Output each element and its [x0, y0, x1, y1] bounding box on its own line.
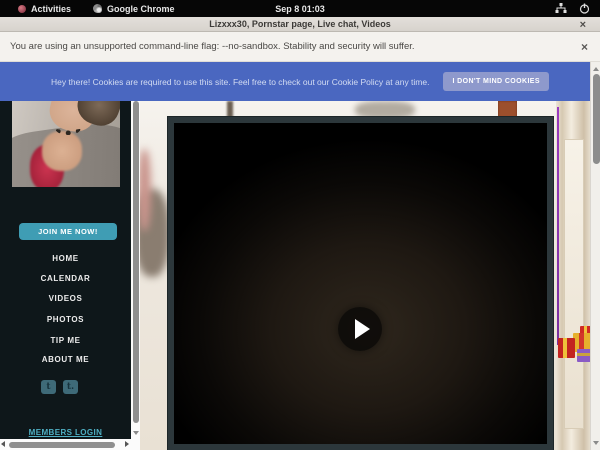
clock[interactable]: Sep 8 01:03: [0, 4, 600, 14]
network-icon: [555, 3, 567, 14]
sidebar-vertical-scrollbar-thumb[interactable]: [133, 101, 139, 423]
scroll-up-icon[interactable]: [593, 67, 599, 71]
play-icon: [355, 319, 370, 339]
chrome-infobar: You are using an unsupported command-lin…: [0, 32, 600, 62]
cushion-decor: [140, 149, 151, 231]
profile-photo: [12, 101, 120, 187]
video-frame: [174, 123, 547, 444]
page-scrollbar-thumb[interactable]: [593, 74, 600, 164]
sidebar-item-photos[interactable]: PHOTOS: [0, 315, 131, 324]
sidebar: JOIN ME NOW! HOME CALENDAR VIDEOS PHOTOS…: [0, 101, 131, 450]
cookie-consent-bar: Hey there! Cookies are required to use t…: [0, 62, 600, 101]
sidebar-item-tip-me[interactable]: TIP ME: [0, 336, 131, 345]
mirror-decor: [564, 139, 584, 429]
social-links: t t.: [41, 380, 78, 394]
join-me-now-button[interactable]: JOIN ME NOW!: [19, 223, 117, 240]
bedpost-decor: [227, 101, 233, 118]
sidebar-horizontal-scrollbar[interactable]: [0, 439, 131, 450]
twitter-icon[interactable]: t: [41, 380, 56, 394]
sidebar-vertical-scrollbar[interactable]: [131, 101, 140, 450]
sidebar-item-videos[interactable]: VIDEOS: [0, 294, 131, 303]
curtain-decor: [140, 299, 170, 450]
tumblr-icon[interactable]: t.: [63, 380, 78, 394]
window-title: Lizxxx30, Pornstar page, Live chat, Vide…: [209, 19, 390, 29]
video-player[interactable]: [168, 117, 553, 450]
scroll-right-icon[interactable]: [125, 441, 129, 447]
scroll-left-icon[interactable]: [1, 441, 5, 447]
scroll-down-icon[interactable]: [133, 431, 139, 435]
cookie-message: Hey there! Cookies are required to use t…: [51, 77, 429, 87]
scroll-down-icon[interactable]: [593, 441, 599, 445]
play-button[interactable]: [338, 307, 382, 351]
photo-skin-shape: [42, 131, 82, 171]
door-frame-top-decor: [498, 101, 517, 118]
gift-string-decor: [557, 107, 559, 345]
gift-icon: [577, 349, 590, 362]
window-titlebar[interactable]: Lizxxx30, Pornstar page, Live chat, Vide…: [0, 17, 600, 32]
sidebar-item-about-me[interactable]: ABOUT ME: [0, 355, 131, 364]
system-tray[interactable]: [555, 3, 590, 14]
system-top-bar: Activities Google Chrome Sep 8 01:03: [0, 0, 600, 17]
infobar-message: You are using an unsupported command-lin…: [10, 41, 415, 52]
sidebar-item-home[interactable]: HOME: [0, 254, 131, 263]
cookie-accept-button[interactable]: I DON'T MIND COOKIES: [443, 72, 548, 91]
sidebar-horizontal-scrollbar-thumb[interactable]: [9, 442, 115, 448]
photo-necklace-shape: [55, 121, 81, 135]
page-scrollbar[interactable]: [590, 62, 600, 450]
infobar-close-icon[interactable]: ×: [581, 41, 588, 53]
power-icon: [579, 3, 590, 14]
gift-icon: [558, 338, 575, 358]
members-login-link[interactable]: MEMBERS LOGIN: [0, 428, 131, 437]
screen: Activities Google Chrome Sep 8 01:03 Liz…: [0, 0, 600, 450]
sidebar-item-calendar[interactable]: CALENDAR: [0, 274, 131, 283]
window-close-icon[interactable]: ×: [580, 20, 586, 31]
page-content: JOIN ME NOW! HOME CALENDAR VIDEOS PHOTOS…: [0, 101, 600, 450]
